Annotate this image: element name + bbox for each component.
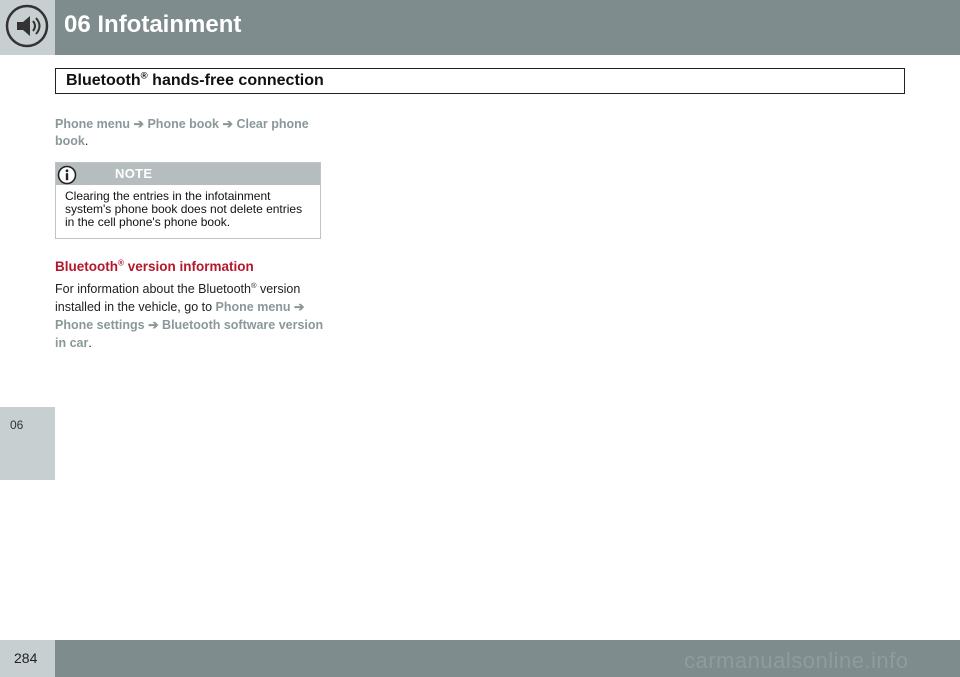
chapter-icon-box <box>0 0 55 55</box>
chapter-title: 06 Infotainment <box>64 11 242 38</box>
version-info-heading: Bluetooth® version information <box>55 258 254 274</box>
menu-path-phone-settings: Phone settings <box>55 318 145 332</box>
arrow-right-icon: ➔ <box>133 117 144 131</box>
arrow-right-icon: ➔ <box>148 318 159 332</box>
section-title: Bluetooth® hands-free connection <box>66 70 324 89</box>
info-icon <box>57 165 77 185</box>
clear-phonebook-instructions: Phone menu ➔ Phone book ➔ Clear phone bo… <box>55 117 309 148</box>
note-text: Clearing the entries in the infotainment… <box>65 189 303 229</box>
menu-path-phone-menu: Phone menu <box>55 117 131 131</box>
section-title-box: Bluetooth® hands-free connection <box>55 68 905 94</box>
speaker-icon <box>5 4 49 48</box>
arrow-right-icon: ➔ <box>294 300 305 314</box>
watermark: carmanualsonline.info <box>684 648 909 673</box>
note-header: NOTE <box>56 163 320 185</box>
note-box: NOTE Clearing the entries in the infotai… <box>55 162 321 239</box>
side-tab-label: 06 <box>10 418 24 432</box>
page-number: 284 <box>14 650 38 666</box>
chapter-side-tab <box>0 407 55 480</box>
menu-path-phone-book: Phone book <box>147 117 219 131</box>
arrow-right-icon: ➔ <box>222 117 233 131</box>
menu-path-phone-menu: Phone menu <box>215 300 291 314</box>
note-label: NOTE <box>115 166 153 181</box>
version-info-text: For information about the Bluetooth® ver… <box>55 280 324 350</box>
